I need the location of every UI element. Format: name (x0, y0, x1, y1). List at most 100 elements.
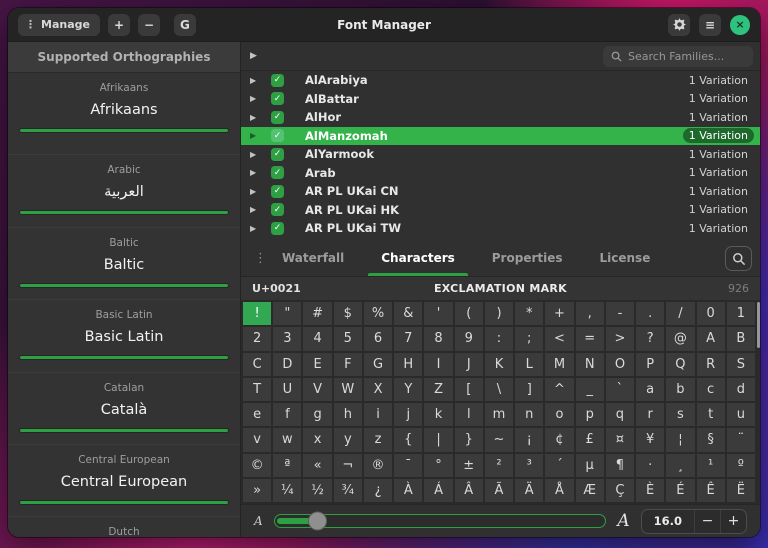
character-cell[interactable]: ¼ (273, 479, 301, 502)
orthography-item[interactable]: Catalan Català (8, 372, 240, 444)
character-cell[interactable]: ] (515, 378, 543, 401)
character-cell[interactable]: S (727, 353, 755, 376)
orthography-item[interactable]: Dutch (8, 516, 240, 537)
orthography-item[interactable]: Afrikaans Afrikaans (8, 82, 240, 154)
search-families-input[interactable]: Search Families... (603, 46, 753, 67)
preview-tab[interactable]: Characters (381, 240, 455, 276)
character-cell[interactable]: g (303, 403, 331, 426)
character-map-scrollbar[interactable] (757, 302, 760, 348)
character-cell[interactable]: u (727, 403, 755, 426)
character-cell[interactable]: ± (455, 454, 483, 477)
character-cell[interactable]: 9 (455, 327, 483, 350)
character-cell[interactable]: [ (455, 378, 483, 401)
size-decrease-button[interactable]: − (694, 510, 720, 533)
preferences-button[interactable] (668, 14, 690, 36)
character-cell[interactable]: ¯ (394, 454, 422, 477)
character-cell[interactable]: H (394, 353, 422, 376)
character-cell[interactable]: ! (243, 302, 271, 325)
character-cell[interactable]: ¸ (666, 454, 694, 477)
character-cell[interactable]: # (303, 302, 331, 325)
size-value[interactable]: 16.0 (642, 514, 694, 528)
character-cell[interactable]: 4 (303, 327, 331, 350)
character-cell[interactable]: d (727, 378, 755, 401)
character-cell[interactable]: ? (636, 327, 664, 350)
character-cell[interactable]: 7 (394, 327, 422, 350)
character-cell[interactable]: Æ (576, 479, 604, 502)
character-cell[interactable]: ~ (485, 428, 513, 451)
font-enabled-checkbox[interactable]: ✓ (271, 203, 284, 216)
preview-tab[interactable]: Waterfall (282, 240, 344, 276)
font-enabled-checkbox[interactable]: ✓ (271, 92, 284, 105)
character-cell[interactable]: e (243, 403, 271, 426)
character-cell[interactable]: A (697, 327, 725, 350)
character-cell[interactable]: k (424, 403, 452, 426)
character-cell[interactable]: R (697, 353, 725, 376)
character-cell[interactable]: © (243, 454, 271, 477)
character-cell[interactable]: Ä (515, 479, 543, 502)
character-cell[interactable]: ½ (303, 479, 331, 502)
character-cell[interactable]: Ë (727, 479, 755, 502)
character-cell[interactable]: v (243, 428, 271, 451)
character-cell[interactable]: f (273, 403, 301, 426)
character-cell[interactable]: N (576, 353, 604, 376)
character-cell[interactable]: = (576, 327, 604, 350)
character-cell[interactable]: · (636, 454, 664, 477)
character-cell[interactable]: ¤ (606, 428, 634, 451)
character-cell[interactable]: ¥ (636, 428, 664, 451)
font-family-row[interactable]: ▶ ✓ AlBattar 1 Variation (241, 90, 760, 109)
character-cell[interactable]: o (545, 403, 573, 426)
preview-menu-icon[interactable]: ⋮ (241, 251, 282, 266)
character-cell[interactable]: I (424, 353, 452, 376)
character-cell[interactable]: º (727, 454, 755, 477)
character-cell[interactable]: ¡ (515, 428, 543, 451)
character-cell[interactable]: 8 (424, 327, 452, 350)
character-cell[interactable]: ® (364, 454, 392, 477)
character-cell[interactable]: ¬ (334, 454, 362, 477)
character-cell[interactable]: F (334, 353, 362, 376)
character-cell[interactable]: K (485, 353, 513, 376)
font-enabled-checkbox[interactable]: ✓ (271, 74, 284, 87)
font-family-row[interactable]: ▶ ✓ AlArabiya 1 Variation (241, 71, 760, 90)
character-cell[interactable]: ° (424, 454, 452, 477)
character-cell[interactable]: : (485, 327, 513, 350)
character-cell[interactable]: T (243, 378, 271, 401)
character-cell[interactable]: J (455, 353, 483, 376)
expander-icon[interactable]: ▶ (250, 150, 262, 159)
character-cell[interactable]: § (697, 428, 725, 451)
character-cell[interactable]: s (666, 403, 694, 426)
character-cell[interactable]: É (666, 479, 694, 502)
character-cell[interactable]: ² (485, 454, 513, 477)
character-cell[interactable]: 3 (273, 327, 301, 350)
orthography-item[interactable]: Central European Central European (8, 444, 240, 516)
expander-icon[interactable]: ▶ (250, 205, 262, 214)
font-enabled-checkbox[interactable]: ✓ (271, 148, 284, 161)
character-cell[interactable]: ¢ (545, 428, 573, 451)
main-menu-button[interactable]: ≡ (699, 14, 721, 36)
character-cell[interactable]: & (394, 302, 422, 325)
character-cell[interactable]: ¨ (727, 428, 755, 451)
character-cell[interactable]: Z (424, 378, 452, 401)
character-cell[interactable]: À (394, 479, 422, 502)
character-cell[interactable]: z (364, 428, 392, 451)
slider-thumb[interactable] (308, 512, 327, 531)
character-cell[interactable]: > (606, 327, 634, 350)
font-enabled-checkbox[interactable]: ✓ (271, 222, 284, 235)
character-cell[interactable]: Y (394, 378, 422, 401)
font-family-row[interactable]: ▶ ✓ AR PL UKai TW 1 Variation (241, 219, 760, 238)
expand-all-icon[interactable]: ▶ (250, 51, 262, 61)
character-cell[interactable]: V (303, 378, 331, 401)
expander-icon[interactable]: ▶ (250, 224, 262, 233)
character-cell[interactable]: E (303, 353, 331, 376)
character-cell[interactable]: * (515, 302, 543, 325)
character-cell[interactable]: È (636, 479, 664, 502)
font-enabled-checkbox[interactable]: ✓ (271, 129, 284, 142)
orthography-item[interactable]: Basic Latin Basic Latin (8, 299, 240, 371)
character-cell[interactable]: Â (455, 479, 483, 502)
expander-icon[interactable]: ▶ (250, 94, 262, 103)
font-family-row[interactable]: ▶ ✓ Arab 1 Variation (241, 164, 760, 183)
font-family-row[interactable]: ▶ ✓ AR PL UKai CN 1 Variation (241, 182, 760, 201)
character-cell[interactable]: £ (576, 428, 604, 451)
character-cell[interactable]: U (273, 378, 301, 401)
character-cell[interactable]: p (576, 403, 604, 426)
character-cell[interactable]: ; (515, 327, 543, 350)
